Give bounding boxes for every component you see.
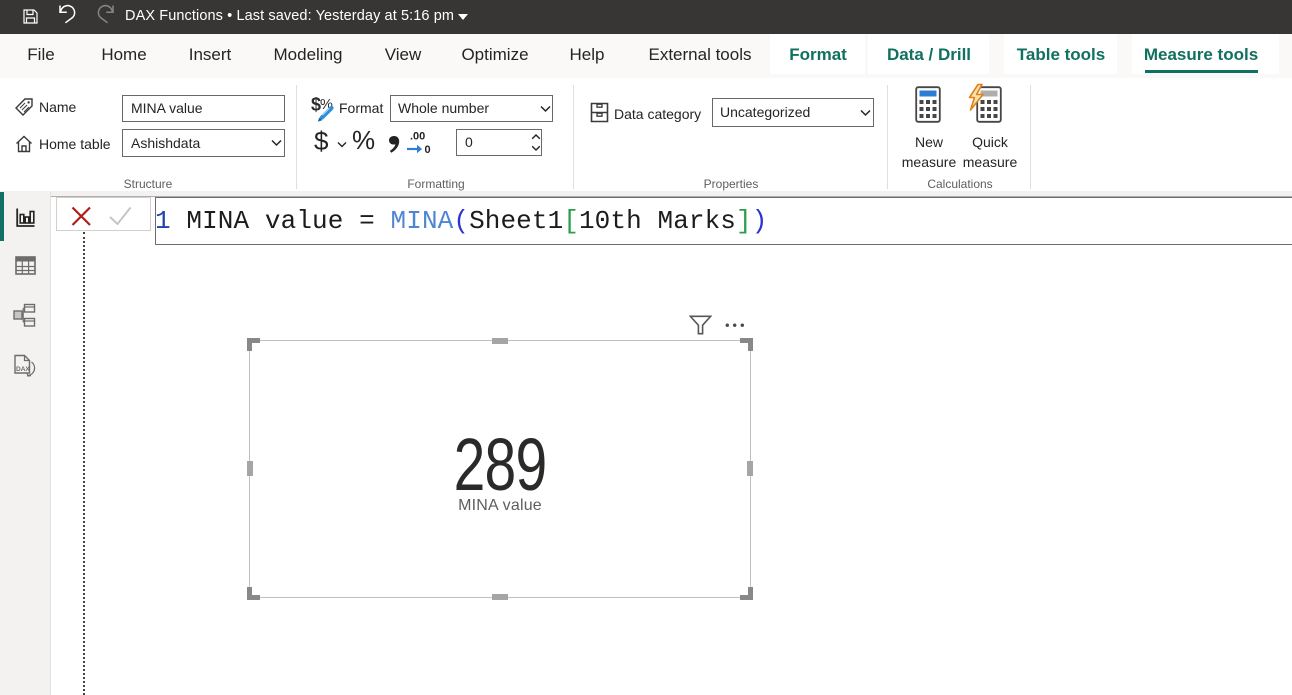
svg-text:DAX: DAX	[16, 366, 30, 373]
svg-text:0: 0	[425, 144, 431, 156]
svg-text:.00: .00	[410, 131, 425, 143]
